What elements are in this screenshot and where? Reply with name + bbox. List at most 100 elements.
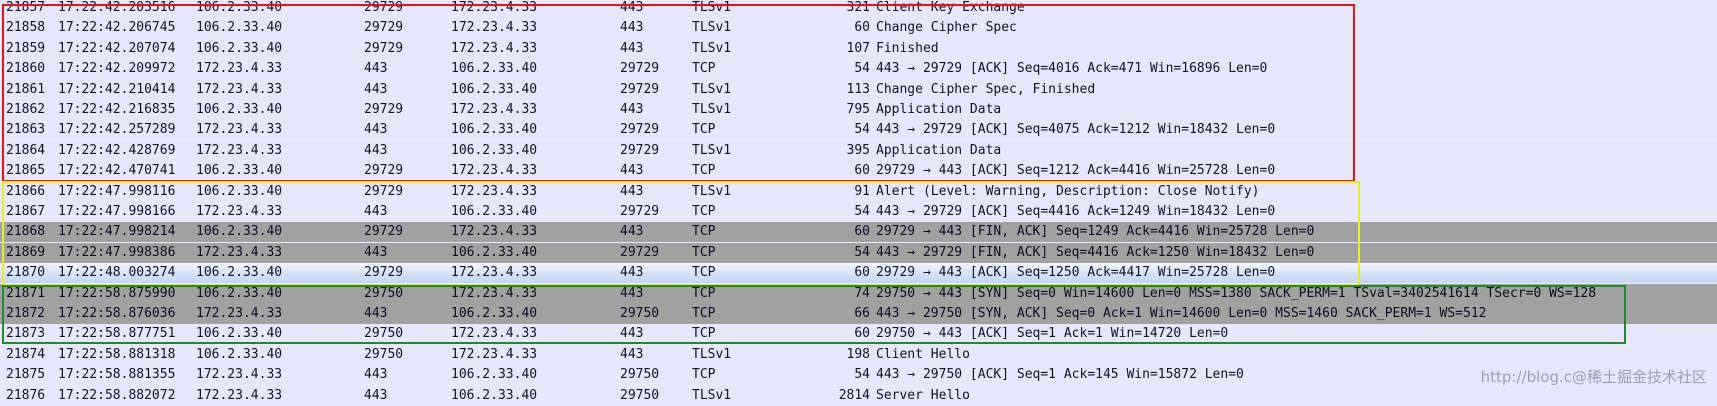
packet-row-21869[interactable]: 21869 17:22:47.998386 172.23.4.33 443 106.2.…: [0, 242, 1717, 263]
packet-source-port: 29729: [364, 20, 404, 36]
packet-row-21857[interactable]: 21857 17:22:42.203516 106.2.33.40 29729 172.…: [0, 0, 1717, 18]
packet-number: 21864: [6, 142, 46, 158]
packet-number: 21869: [6, 244, 46, 260]
packet-source-port: 443: [364, 244, 388, 260]
packet-source: 106.2.33.40: [196, 326, 283, 342]
packet-time: 17:22:42.257289: [58, 122, 176, 138]
packet-row-21859[interactable]: 21859 17:22:42.207074 106.2.33.40 29729 172.…: [0, 38, 1717, 59]
packet-length: 54: [854, 244, 870, 260]
packet-number: 21876: [6, 387, 46, 403]
packet-destination-port: 443: [620, 0, 644, 15]
packet-row-21875[interactable]: 21875 17:22:58.881355 172.23.4.33 443 106.2.…: [0, 365, 1717, 386]
packet-source: 106.2.33.40: [196, 0, 283, 15]
packet-row-21868[interactable]: 21868 17:22:47.998214 106.2.33.40 29729 172.…: [0, 222, 1717, 243]
packet-time: 17:22:47.998166: [58, 204, 176, 219]
packet-destination: 172.23.4.33: [451, 183, 538, 199]
packet-length: 107: [846, 40, 870, 56]
packet-time: 17:22:48.003274: [58, 265, 176, 281]
packet-time: 17:22:42.428769: [58, 142, 176, 158]
packet-info: Application Data: [876, 142, 1002, 158]
packet-protocol: TLSv1: [692, 81, 732, 97]
packet-time: 17:22:42.216835: [58, 102, 176, 117]
packet-protocol: TLSv1: [692, 387, 732, 403]
packet-source-port: 443: [364, 81, 388, 97]
packet-destination: 172.23.4.33: [451, 224, 538, 240]
packet-destination-port: 443: [620, 163, 644, 179]
packet-length: 74: [854, 285, 870, 301]
packet-number: 21865: [6, 163, 46, 179]
packet-number: 21862: [6, 102, 46, 117]
packet-row-21861[interactable]: 21861 17:22:42.210414 172.23.4.33 443 106.2.…: [0, 79, 1717, 100]
packet-info: Application Data: [876, 102, 1002, 117]
packet-row-21862[interactable]: 21862 17:22:42.216835 106.2.33.40 29729 172.…: [0, 100, 1717, 120]
packet-info: 29750 → 443 [SYN] Seq=0 Win=14600 Len=0 …: [876, 285, 1597, 301]
packet-protocol: TLSv1: [692, 0, 732, 15]
packet-row-21864[interactable]: 21864 17:22:42.428769 172.23.4.33 443 106.2.…: [0, 140, 1717, 161]
packet-destination-port: 443: [620, 20, 644, 36]
packet-protocol: TLSv1: [692, 346, 732, 362]
packet-info: Finished: [876, 40, 939, 56]
packet-time: 17:22:42.210414: [58, 81, 176, 97]
packet-number: 21867: [6, 204, 46, 219]
packet-source: 172.23.4.33: [196, 81, 283, 97]
packet-length: 54: [854, 367, 870, 383]
packet-length: 54: [854, 204, 870, 219]
packet-row-21866[interactable]: 21866 17:22:47.998116 106.2.33.40 29729 172.…: [0, 181, 1717, 202]
packet-destination-port: 29750: [620, 306, 660, 321]
packet-number: 21863: [6, 122, 46, 138]
packet-protocol: TCP: [692, 306, 716, 321]
packet-row-21865[interactable]: 21865 17:22:42.470741 106.2.33.40 29729 172.…: [0, 161, 1717, 182]
packet-destination-port: 443: [620, 40, 644, 56]
packet-destination-port: 29729: [620, 122, 660, 138]
packet-row-21873[interactable]: 21873 17:22:58.877751 106.2.33.40 29750 172.…: [0, 324, 1717, 345]
packet-destination-port: 443: [620, 224, 644, 240]
packet-number: 21861: [6, 81, 46, 97]
packet-row-21867[interactable]: 21867 17:22:47.998166 172.23.4.33 443 106.2.…: [0, 202, 1717, 222]
packet-length: 60: [854, 224, 870, 240]
packet-destination-port: 29750: [620, 387, 660, 403]
packet-info: 443 → 29729 [ACK] Seq=4416 Ack=1249 Win=…: [876, 204, 1276, 219]
packet-protocol: TLSv1: [692, 142, 732, 158]
packet-time: 17:22:42.206745: [58, 20, 176, 36]
packet-row-21860[interactable]: 21860 17:22:42.209972 172.23.4.33 443 106.2.…: [0, 59, 1717, 80]
packet-source: 172.23.4.33: [196, 204, 283, 219]
packet-row-21858[interactable]: 21858 17:22:42.206745 106.2.33.40 29729 172.…: [0, 18, 1717, 39]
packet-source: 172.23.4.33: [196, 61, 283, 77]
packet-destination-port: 443: [620, 346, 644, 362]
packet-protocol: TCP: [692, 122, 716, 138]
packet-row-21872[interactable]: 21872 17:22:58.876036 172.23.4.33 443 106.2.…: [0, 304, 1717, 324]
packet-row-21876[interactable]: 21876 17:22:58.882072 172.23.4.33 443 106.2.…: [0, 385, 1717, 406]
packet-source-port: 443: [364, 387, 388, 403]
packet-destination: 172.23.4.33: [451, 20, 538, 36]
packet-row-21870[interactable]: 21870 17:22:48.003274 106.2.33.40 29729 172.…: [0, 263, 1717, 284]
packet-list[interactable]: 21857 17:22:42.203516 106.2.33.40 29729 172.…: [0, 0, 1717, 406]
packet-source-port: 29750: [364, 285, 404, 301]
packet-row-21871[interactable]: 21871 17:22:58.875990 106.2.33.40 29750 172.…: [0, 283, 1717, 304]
packet-source: 106.2.33.40: [196, 163, 283, 179]
packet-destination: 106.2.33.40: [451, 306, 538, 321]
packet-source-port: 443: [364, 61, 388, 77]
packet-source-port: 29729: [364, 0, 404, 15]
packet-row-21874[interactable]: 21874 17:22:58.881318 106.2.33.40 29750 172.…: [0, 344, 1717, 365]
packet-source: 106.2.33.40: [196, 40, 283, 56]
packet-time: 17:22:47.998214: [58, 224, 176, 240]
packet-info: 29750 → 443 [ACK] Seq=1 Ack=1 Win=14720 …: [876, 326, 1229, 342]
packet-protocol: TLSv1: [692, 102, 732, 117]
packet-protocol: TCP: [692, 367, 716, 383]
packet-number: 21874: [6, 346, 46, 362]
packet-destination-port: 29729: [620, 61, 660, 77]
packet-protocol: TCP: [692, 204, 716, 219]
packet-destination: 106.2.33.40: [451, 387, 538, 403]
packet-source-port: 29729: [364, 224, 404, 240]
packet-info: Client Hello: [876, 346, 970, 362]
packet-protocol: TCP: [692, 326, 716, 342]
packet-destination: 172.23.4.33: [451, 0, 538, 15]
packet-time: 17:22:58.877751: [58, 326, 176, 342]
packet-time: 17:22:58.882072: [58, 387, 176, 403]
packet-length: 91: [854, 183, 870, 199]
packet-destination-port: 29729: [620, 81, 660, 97]
packet-time: 17:22:42.209972: [58, 61, 176, 77]
packet-info: 443 → 29729 [FIN, ACK] Seq=4416 Ack=1250…: [876, 244, 1315, 260]
packet-row-21863[interactable]: 21863 17:22:42.257289 172.23.4.33 443 106.2.…: [0, 120, 1717, 141]
packet-source: 106.2.33.40: [196, 224, 283, 240]
